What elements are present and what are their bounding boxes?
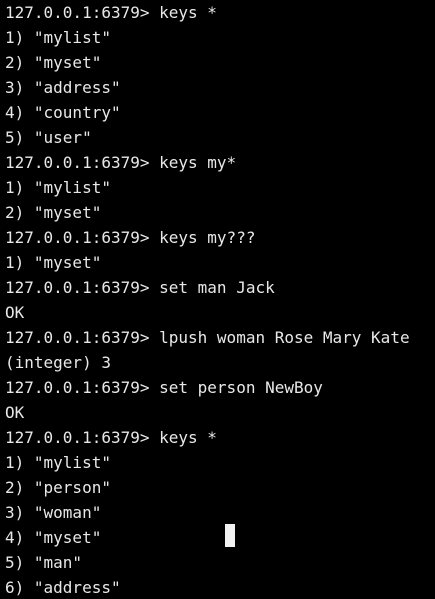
terminal-line: OK (5, 403, 25, 422)
text-cursor (225, 524, 235, 547)
terminal-output: 127.0.0.1:6379> keys * 1) "mylist" 2) "m… (5, 0, 435, 599)
terminal-line: 1) "mylist" (5, 28, 111, 47)
terminal-window[interactable]: 127.0.0.1:6379> keys * 1) "mylist" 2) "m… (0, 0, 435, 599)
terminal-line: 5) "user" (5, 128, 92, 147)
terminal-line: 127.0.0.1:6379> set man Jack (5, 278, 275, 297)
terminal-line: 1) "myset" (5, 253, 102, 272)
terminal-line: 127.0.0.1:6379> lpush woman Rose Mary Ka… (5, 328, 410, 347)
terminal-line: 4) "country" (5, 103, 121, 122)
terminal-line: 127.0.0.1:6379> keys * (5, 3, 217, 22)
terminal-line: 5) "man" (5, 553, 83, 572)
terminal-line: 1) "mylist" (5, 178, 111, 197)
terminal-line: 2) "myset" (5, 53, 102, 72)
terminal-line: 127.0.0.1:6379> keys * (5, 428, 217, 447)
terminal-line: (integer) 3 (5, 353, 111, 372)
terminal-line: 3) "address" (5, 78, 121, 97)
terminal-line: 4) "myset" (5, 528, 102, 547)
terminal-line: 127.0.0.1:6379> keys my??? (5, 228, 256, 247)
terminal-line: 2) "person" (5, 478, 111, 497)
terminal-line: 1) "mylist" (5, 453, 111, 472)
terminal-line: 6) "address" (5, 578, 121, 597)
terminal-line: 127.0.0.1:6379> set person NewBoy (5, 378, 323, 397)
terminal-line: OK (5, 303, 25, 322)
terminal-line: 3) "woman" (5, 503, 102, 522)
terminal-line: 2) "myset" (5, 203, 102, 222)
terminal-line: 127.0.0.1:6379> keys my* (5, 153, 237, 172)
